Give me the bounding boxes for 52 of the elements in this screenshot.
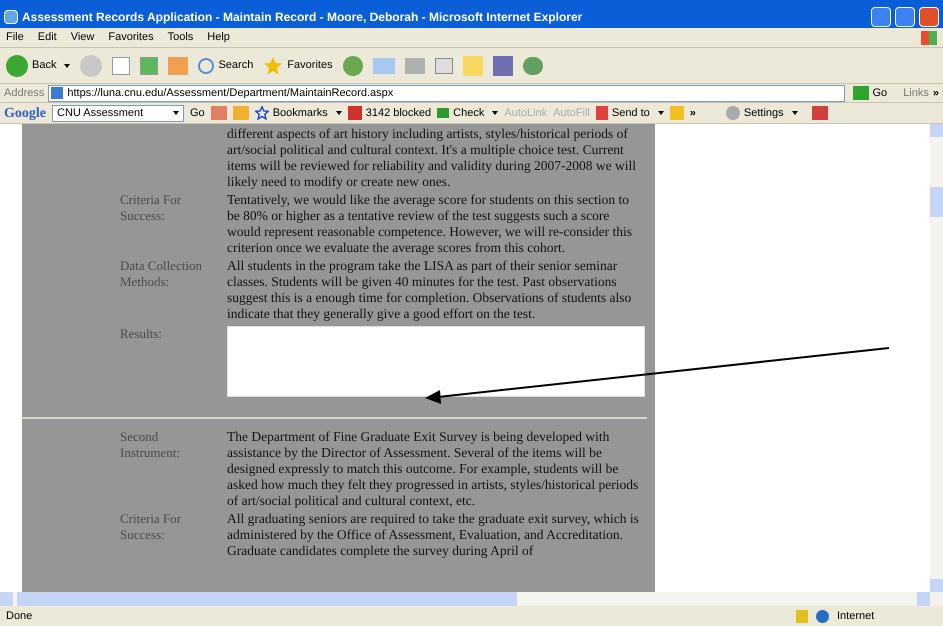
caret-icon[interactable]	[64, 64, 70, 68]
results-field[interactable]	[227, 326, 645, 397]
close-button[interactable]	[919, 7, 939, 27]
caret-icon[interactable]	[792, 111, 798, 115]
caret-icon[interactable]	[658, 111, 664, 115]
toolbar-icon[interactable]	[232, 106, 249, 120]
field-label: Criteria For Success:	[120, 511, 182, 542]
field-text: different aspects of art history including artists, styles/historical periods of art/social political and cultural context. It's a multiple choice test. Current items will be reviewed for reliability and validity during 2007-2008 we will likely need to modify or create new ones.	[227, 126, 638, 190]
send-to-button[interactable]: Send to	[596, 104, 664, 122]
caret-icon[interactable]	[173, 111, 179, 115]
menu-item[interactable]: Edit	[38, 29, 57, 46]
status-text: Done	[6, 608, 34, 624]
vertical-scrollbar[interactable]	[930, 124, 943, 592]
field-label: Results:	[120, 326, 162, 341]
popup-blocker-button[interactable]: 3142 blocked	[348, 104, 432, 122]
menu-item[interactable]: Help	[207, 29, 230, 46]
address-field[interactable]: https://luna.cnu.edu/Assessment/Department/MaintainRecord.aspx	[48, 84, 844, 102]
links-label[interactable]: Links	[903, 84, 929, 102]
google-go-button[interactable]: Go	[190, 104, 205, 122]
chevron-label[interactable]: »	[690, 104, 696, 122]
back-button[interactable]: Back	[6, 54, 70, 76]
field-text: All graduating seniors are required to take the graduate exit survey, which is administered by the Office of Assessment, Evaluation, and Accreditation. Graduate candidates complete the survey during April of	[227, 511, 639, 559]
menu-item[interactable]: File	[6, 29, 24, 46]
horizontal-scrollbar[interactable]	[0, 592, 943, 606]
chevron-label[interactable]: »	[932, 84, 939, 102]
star-icon	[254, 106, 269, 120]
toolbar-icon[interactable]	[210, 106, 227, 120]
field-text: All students in the program take the LISA as part of their senior seminar classes. Students will be given 40 minutes for the test. Past observations suggest this is a enough time for completion. Observations of students also indicate that they generally give a good effort on the test.	[227, 258, 632, 322]
spellcheck-button[interactable]: Check	[437, 104, 498, 122]
maximize-button[interactable]	[895, 7, 915, 27]
menu-item[interactable]: Tools	[168, 29, 194, 46]
settings-button[interactable]: Settings	[726, 104, 798, 122]
address-label: Address	[4, 86, 44, 101]
field-text: The Department of Fine Graduate Exit Survey is being developed with assistance by the Director of Assessment. Several of the items will be designed expressly to match this outcome. For example, students will be asked how much they felt they progressed in artists, styles/historical periods of art/social political and cultural context, etc.	[227, 429, 639, 509]
google-search-field[interactable]: CNU Assessment	[52, 104, 184, 122]
zone-label: Internet	[837, 608, 876, 624]
field-label: Criteria For Success:	[120, 192, 182, 223]
caret-icon[interactable]	[336, 111, 342, 115]
caret-icon[interactable]	[492, 111, 498, 115]
window-title: Assessment Records Application - Maintain Record - Moore, Deborah - Microsoft Internet Explorer	[22, 9, 584, 26]
go-button[interactable]: Go	[848, 84, 892, 102]
bookmarks-button[interactable]: Bookmarks	[254, 104, 342, 122]
field-text: Tentatively, we would like the average score for students on this section to be 80% or higher as a tentative review of the test suggests such a score would represent reasonable competence. However, we will re-consider this criterion once we evaluate the average scores from this cohort.	[227, 192, 634, 256]
menu-item[interactable]: View	[70, 29, 94, 46]
star-icon	[263, 56, 284, 76]
favorites-button[interactable]: Favorites	[263, 56, 333, 76]
google-logo: Google	[4, 104, 46, 122]
search-button[interactable]: Search	[198, 57, 254, 74]
menu-item[interactable]: Favorites	[108, 29, 154, 46]
field-label: Data Collection Methods:	[120, 258, 202, 289]
minimize-button[interactable]	[871, 7, 891, 27]
field-label: Second Instrument:	[120, 429, 180, 460]
